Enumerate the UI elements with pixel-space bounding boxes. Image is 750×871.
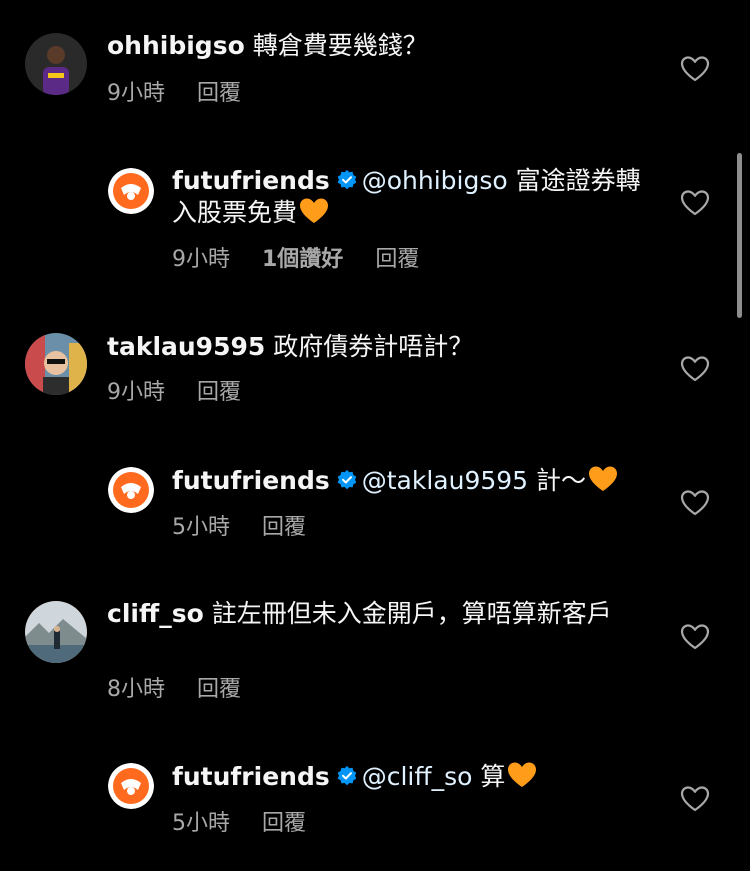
- like-heart-icon[interactable]: [680, 189, 710, 217]
- player-photo-avatar: [25, 33, 87, 95]
- orange-heart-icon: [300, 198, 329, 223]
- comment-text: futufriends @cliff_so 算: [172, 761, 652, 793]
- comment-meta: 9小時 回覆: [107, 379, 273, 407]
- comment-text: cliff_so 註左冊但未入金開戶，算唔算新客戶: [107, 598, 627, 630]
- verified-badge-icon: [337, 766, 357, 786]
- mention-link[interactable]: @ohhibigso: [362, 166, 508, 195]
- comment-username[interactable]: futufriends: [172, 762, 330, 791]
- scrollbar-thumb[interactable]: [737, 153, 742, 318]
- comment-username[interactable]: cliff_so: [107, 599, 204, 628]
- comment-username[interactable]: futufriends: [172, 466, 330, 495]
- comment-body: 算: [480, 762, 506, 791]
- comment-text: taklau9595 政府債券計唔計？: [107, 331, 627, 363]
- like-heart-icon[interactable]: [680, 489, 710, 517]
- likes-count[interactable]: 1個讚好: [262, 247, 343, 272]
- comment-meta: 9小時 1個讚好 回覆: [172, 246, 451, 274]
- orange-heart-icon: [508, 762, 537, 787]
- comment-meta: 9小時 回覆: [107, 80, 273, 108]
- futu-logo-avatar: [108, 763, 154, 809]
- like-heart-icon[interactable]: [680, 355, 710, 383]
- comment-username[interactable]: ohhibigso: [107, 31, 245, 60]
- comment-body: 轉倉費要幾錢？: [252, 31, 428, 60]
- reply-button[interactable]: 回覆: [375, 247, 419, 272]
- comment-body: 計～: [536, 466, 587, 495]
- verified-badge-icon: [337, 470, 357, 490]
- comment-time: 9小時: [172, 247, 230, 272]
- avatar[interactable]: [108, 763, 154, 809]
- verified-badge-icon: [337, 170, 357, 190]
- mention-link[interactable]: @cliff_so: [362, 762, 473, 791]
- reply-button[interactable]: 回覆: [262, 811, 306, 836]
- comment-body: 註左冊但未入金開戶，算唔算新客戶: [211, 599, 612, 628]
- like-heart-icon[interactable]: [680, 623, 710, 651]
- reply-button[interactable]: 回覆: [197, 677, 241, 702]
- avatar[interactable]: [25, 333, 87, 395]
- like-heart-icon[interactable]: [680, 55, 710, 83]
- landscape-photo-avatar: [25, 601, 87, 663]
- comment-time: 9小時: [107, 380, 165, 405]
- comment-body: 政府債券計唔計？: [273, 332, 474, 361]
- comment-meta: 5小時 回覆: [172, 810, 338, 838]
- comment-time: 9小時: [107, 81, 165, 106]
- comment-time: 8小時: [107, 677, 165, 702]
- reply-button[interactable]: 回覆: [262, 515, 306, 540]
- avatar[interactable]: [108, 168, 154, 214]
- mention-link[interactable]: @taklau9595: [362, 466, 528, 495]
- comment-meta: 5小時 回覆: [172, 514, 338, 542]
- comment-text: ohhibigso 轉倉費要幾錢？: [107, 30, 627, 62]
- comment-meta: 8小時 回覆: [107, 676, 273, 704]
- person-photo-avatar: [25, 333, 87, 395]
- avatar[interactable]: [108, 467, 154, 513]
- reply-button[interactable]: 回覆: [197, 380, 241, 405]
- comment-text: futufriends @taklau9595 計～: [172, 465, 652, 497]
- futu-logo-avatar: [108, 168, 154, 214]
- reply-button[interactable]: 回覆: [197, 81, 241, 106]
- comment-time: 5小時: [172, 811, 230, 836]
- like-heart-icon[interactable]: [680, 785, 710, 813]
- comment-time: 5小時: [172, 515, 230, 540]
- comment-username[interactable]: futufriends: [172, 166, 330, 195]
- futu-logo-avatar: [108, 467, 154, 513]
- comment-text: futufriends @ohhibigso 富途證券轉入股票免費: [172, 165, 642, 229]
- comment-username[interactable]: taklau9595: [107, 332, 265, 361]
- avatar[interactable]: [25, 33, 87, 95]
- avatar[interactable]: [25, 601, 87, 663]
- orange-heart-icon: [589, 466, 618, 491]
